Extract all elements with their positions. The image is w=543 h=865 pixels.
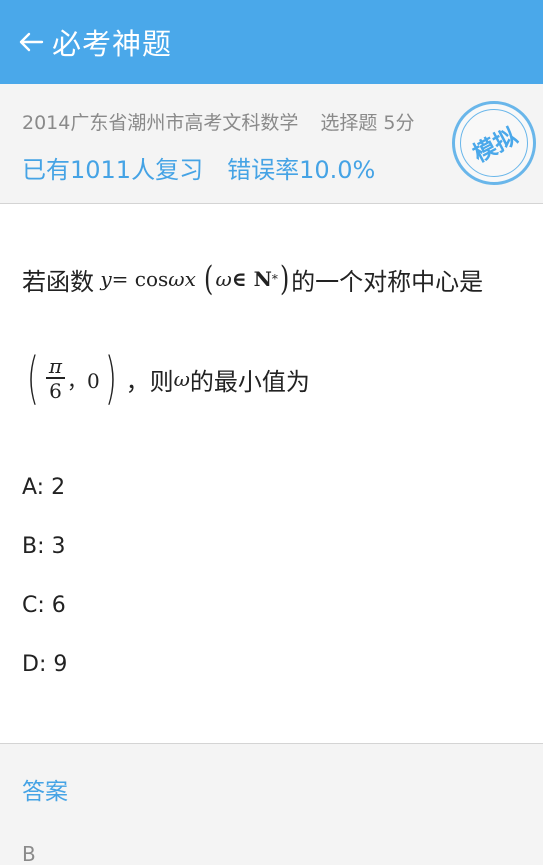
back-button[interactable]	[0, 0, 52, 84]
question-type: 选择题	[320, 112, 378, 134]
formula-x: x	[184, 267, 196, 291]
stamp-text: 模拟	[468, 123, 522, 168]
page-title: 必考神题	[52, 27, 173, 61]
question-source: 2014广东省潮州市高考文科数学	[22, 112, 299, 134]
question-score: 5分	[383, 112, 415, 134]
question-line-1: 若函数 y = cos ωx (ω ∈ N *) 的一个对称中心是	[22, 256, 483, 302]
formula-y: y	[100, 267, 112, 291]
question-stats: 已有1011人复习 错误率10.0%	[22, 150, 375, 185]
right-paren: )	[279, 259, 290, 299]
question-line-2: ( π 6 ，0 ) ，则 ω 的最小值为	[22, 344, 310, 414]
question-text-1: 若函数	[22, 267, 94, 296]
left-paren: (	[204, 259, 214, 299]
cond-omega: ω	[215, 267, 232, 291]
point-left-paren: (	[26, 346, 39, 411]
fraction-numerator: π	[48, 354, 63, 379]
answer-panel: 答案 B	[0, 743, 543, 865]
point-right-paren: )	[104, 346, 117, 411]
option-d[interactable]: D: 9	[22, 652, 67, 677]
review-count: 已有1011人复习	[22, 156, 204, 184]
formula-omega: ω	[168, 267, 185, 291]
formula-eq: = cos	[111, 267, 169, 291]
pi-over-6-fraction: π 6	[45, 354, 66, 403]
option-b[interactable]: B: 3	[22, 534, 66, 559]
question-meta: 2014广东省潮州市高考文科数学 选择题 5分	[22, 108, 415, 135]
point-second-coord: ，0	[67, 368, 100, 393]
arrow-left-icon	[19, 32, 44, 52]
function-formula: y = cos ωx (ω ∈ N *)	[94, 259, 291, 299]
omega-symbol: ω	[174, 367, 190, 391]
cond-sup: *	[271, 272, 278, 286]
question-text-3: ，则	[125, 367, 174, 396]
answer-value: B	[22, 842, 36, 865]
app-bar: 必考神题	[0, 0, 543, 84]
question-text-2: 的一个对称中心是	[291, 267, 484, 296]
error-rate: 错误率10.0%	[227, 156, 376, 184]
simulation-stamp: 模拟	[452, 101, 536, 185]
fraction-denominator: 6	[49, 378, 62, 403]
cond-in: ∈ N	[231, 267, 272, 291]
question-text-4: 的最小值为	[189, 367, 310, 396]
omega-2: ω	[173, 367, 190, 391]
answer-label: 答案	[22, 779, 68, 805]
option-c[interactable]: C: 6	[22, 593, 66, 618]
option-a[interactable]: A: 2	[22, 475, 65, 500]
